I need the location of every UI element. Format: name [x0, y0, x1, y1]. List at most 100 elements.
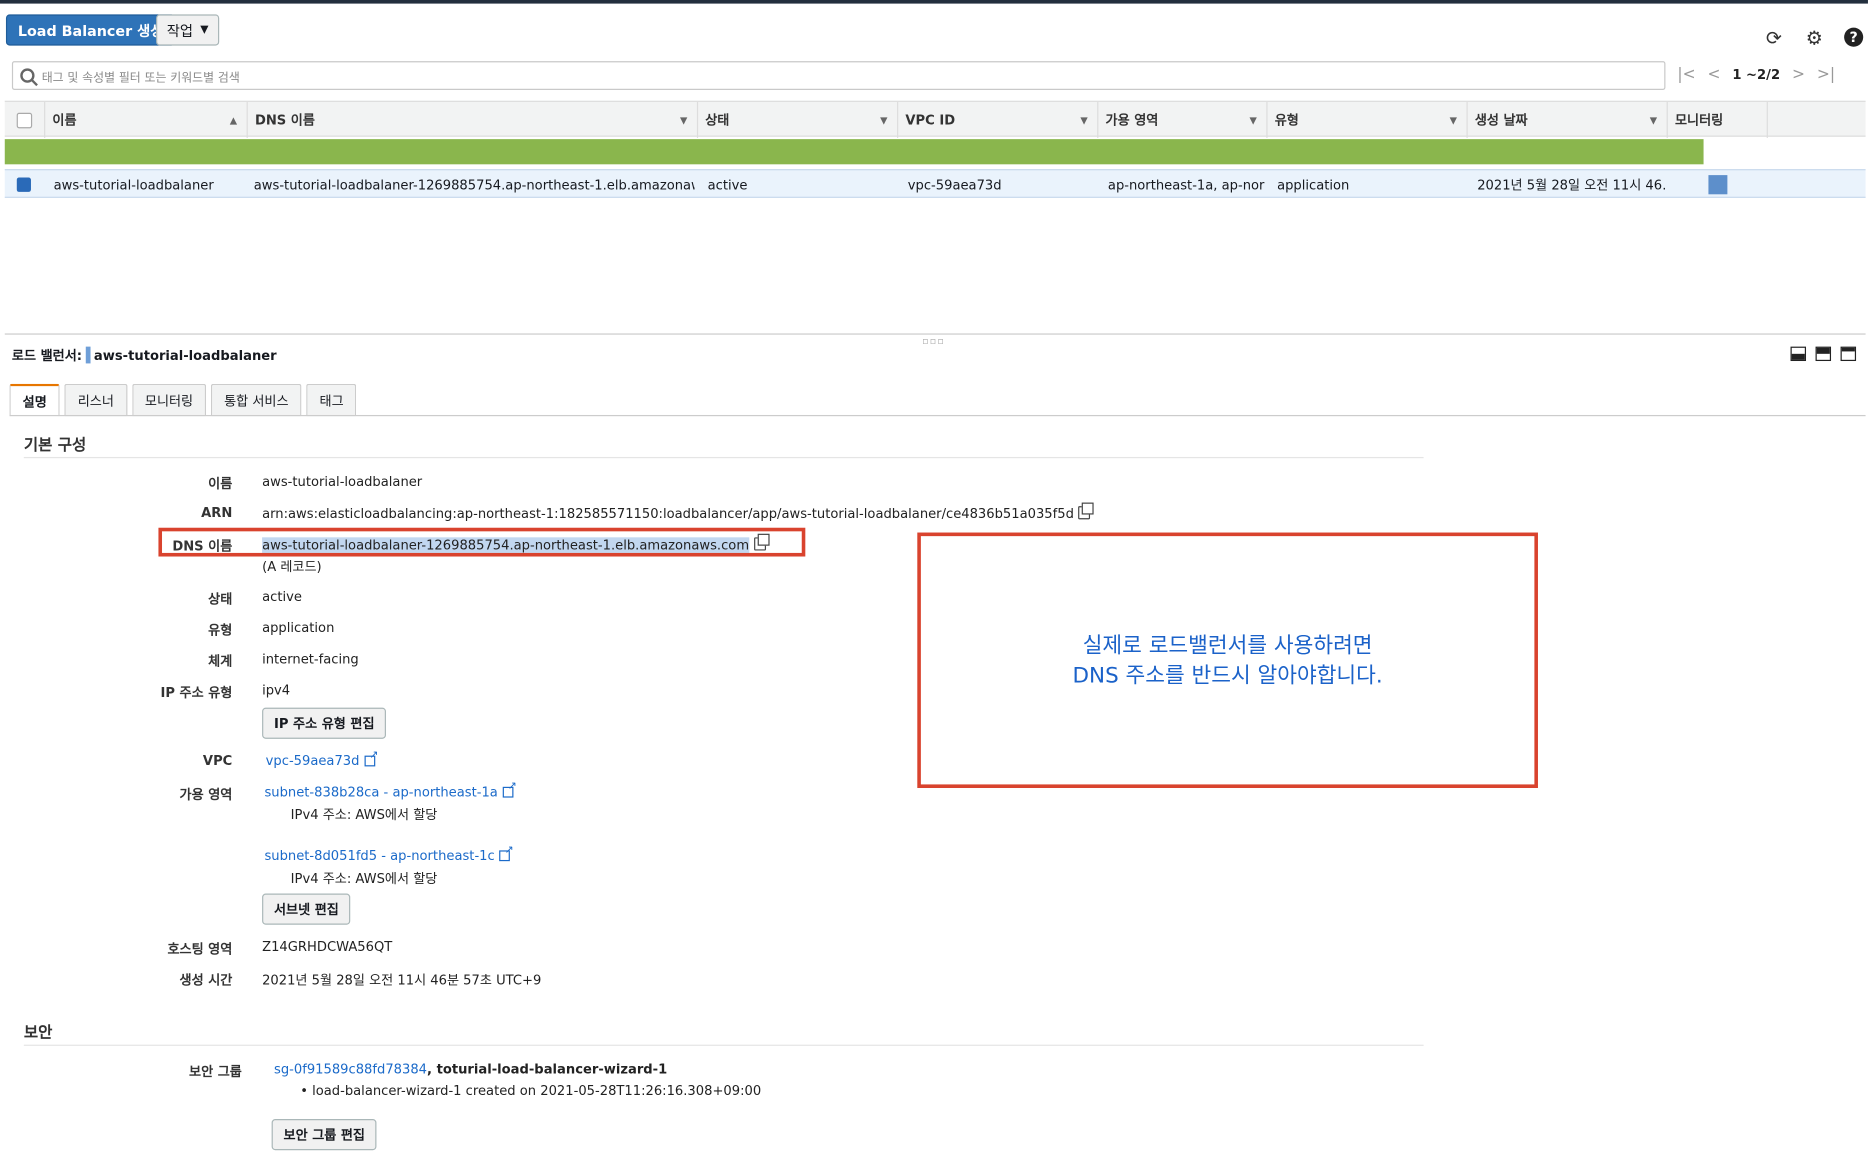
cell-name: aws-tutorial-loadbalaner [53, 176, 214, 193]
layout-top-icon[interactable] [1815, 346, 1832, 362]
top-border [0, 0, 1868, 4]
security-group-name: , toturial-load-balancer-wizard-1 [427, 1061, 668, 1078]
value-ip-type: ipv4 [262, 682, 291, 699]
details-title-prefix: 로드 밸런서: [11, 347, 82, 364]
tab-monitoring[interactable]: 모니터링 [131, 383, 207, 417]
table-row[interactable]: aws-tutorial-loadbalaner aws-tutorial-lo… [4, 169, 1866, 199]
chevron-down-icon: ▼ [1449, 114, 1457, 126]
chevron-down-icon: ▼ [880, 114, 888, 126]
page-range: 1 ~2/2 [1732, 67, 1781, 83]
layout-full-icon[interactable] [1840, 346, 1857, 362]
create-load-balancer-button[interactable]: Load Balancer 생성 [5, 14, 176, 46]
vpc-link[interactable]: vpc-59aea73d [266, 753, 360, 769]
chevron-down-icon: ▼ [1080, 114, 1088, 126]
search-input[interactable]: 태그 및 속성별 필터 또는 키워드별 검색 [11, 61, 1666, 90]
chevron-down-icon: ▼ [680, 114, 688, 126]
search-placeholder: 태그 및 속성별 필터 또는 키워드별 검색 [41, 71, 240, 85]
annotation-box: 실제로 로드밸런서를 사용하려면 DNS 주소를 반드시 알아야합니다. [917, 532, 1538, 789]
annotation-text: 실제로 로드밸런서를 사용하려면 DNS 주소를 반드시 알아야합니다. [1073, 630, 1383, 690]
label-hosted-zone: 호스팅 영역 [167, 941, 233, 958]
pane-divider[interactable] [4, 333, 1866, 335]
label-arn: ARN [201, 504, 233, 521]
next-page-icon[interactable]: > [1792, 66, 1805, 84]
details-tabs: 설명 리스너 모니터링 통합 서비스 태그 [9, 383, 357, 417]
select-all-checkbox-cell[interactable] [5, 101, 46, 138]
value-scheme: internet-facing [262, 651, 359, 667]
chevron-down-icon: ▼ [200, 23, 209, 36]
cell-az: ap-northeast-1a, ap-nor… [1107, 176, 1266, 193]
label-created: 생성 시간 [179, 972, 233, 989]
label-ip-type: IP 주소 유형 [160, 684, 233, 701]
column-header-type[interactable]: 유형 ▼ [1268, 101, 1468, 138]
cell-monitoring[interactable] [1708, 170, 1744, 199]
value-name: aws-tutorial-loadbalaner [262, 473, 423, 490]
cell-dns: aws-tutorial-loadbalaner-1269885754.ap-n… [253, 176, 695, 193]
cell-status: active [707, 176, 748, 193]
cell-created: 2021년 5월 28일 오전 11시 46… [1477, 177, 1668, 194]
value-created: 2021년 5월 28일 오전 11시 46분 57초 UTC+9 [262, 972, 542, 989]
column-header-dns[interactable]: DNS 이름 ▼ [248, 101, 699, 138]
label-type: 유형 [208, 622, 233, 639]
table-header: 이름 ▲ DNS 이름 ▼ 상태 ▼ VPC ID ▼ 가용 영역 ▼ 유형 ▼ 생성 날짜… [4, 100, 1866, 138]
value-status: active [262, 588, 302, 605]
actions-label: 작업 [166, 22, 194, 39]
subnet2-link[interactable]: subnet-8d051fd5 - ap-northeast-1c [264, 848, 494, 864]
column-header-monitoring[interactable]: 모니터링 [1668, 101, 1768, 138]
tab-listeners[interactable]: 리스너 [64, 383, 128, 417]
value-dns-note: (A 레코드) [262, 558, 322, 575]
details-title: 로드 밸런서: aws-tutorial-loadbalaner [12, 345, 277, 364]
row-checkbox[interactable] [16, 177, 31, 192]
column-header-status[interactable]: 상태 ▼ [698, 101, 899, 138]
help-icon[interactable]: ? [1844, 27, 1864, 47]
value-vpc-row: vpc-59aea73d [266, 750, 379, 769]
column-header-vpc[interactable]: VPC ID ▼ [898, 101, 1099, 138]
value-hosted-zone: Z14GRHDCWA56QT [262, 939, 393, 955]
external-link-icon[interactable] [364, 750, 379, 767]
last-page-icon[interactable]: >| [1817, 66, 1835, 84]
value-arn: arn:aws:elasticloadbalancing:ap-northeas… [262, 506, 1074, 522]
tab-integrated-services[interactable]: 통합 서비스 [210, 383, 302, 417]
actions-dropdown[interactable]: 작업 ▼ [156, 14, 220, 46]
tab-description[interactable]: 설명 [9, 383, 60, 417]
cell-type: application [1277, 176, 1350, 193]
column-header-az[interactable]: 가용 영역 ▼ [1098, 101, 1268, 138]
layout-bottom-icon[interactable] [1790, 346, 1807, 362]
external-link-icon[interactable] [502, 781, 517, 798]
edit-ip-type-button[interactable]: IP 주소 유형 편집 [262, 707, 387, 739]
prev-page-icon[interactable]: < [1707, 66, 1720, 84]
details-title-name: aws-tutorial-loadbalaner [93, 347, 277, 363]
first-page-icon[interactable]: |< [1677, 66, 1695, 84]
lb-color-marker [85, 346, 91, 364]
security-group-link[interactable]: sg-0f91589c88fd78384 [274, 1061, 427, 1077]
security-heading: 보안 [23, 1024, 53, 1043]
copy-icon[interactable] [1078, 502, 1095, 520]
monitoring-chart-icon[interactable] [1708, 175, 1728, 195]
column-header-created[interactable]: 생성 날짜 ▼ [1468, 101, 1668, 138]
top-icons: ⟳ ⚙ ? [1763, 26, 1864, 49]
column-header-name[interactable]: 이름 ▲ [45, 101, 248, 138]
tab-tags[interactable]: 태그 [306, 383, 357, 417]
refresh-icon[interactable]: ⟳ [1763, 26, 1784, 49]
search-icon [20, 68, 35, 83]
pane-layout-icons [1790, 346, 1857, 362]
value-subnet2-row: subnet-8d051fd5 - ap-northeast-1c [264, 844, 514, 864]
select-all-checkbox[interactable] [16, 112, 33, 128]
stage: Load Balancer 생성 작업 ▼ ⟳ ⚙ ? 태그 및 속성별 필터 … [0, 0, 1868, 1155]
label-status: 상태 [208, 591, 233, 607]
label-scheme: 체계 [208, 653, 233, 670]
label-vpc: VPC [202, 753, 233, 769]
edit-security-groups-button[interactable]: 보안 그룹 편집 [271, 1119, 377, 1151]
cell-vpc: vpc-59aea73d [907, 176, 1002, 193]
resize-grip-icon[interactable]: ▫▫▫ [922, 336, 945, 347]
value-subnet1-row: subnet-838b28ca - ap-northeast-1a [264, 781, 517, 800]
external-link-icon[interactable] [499, 844, 514, 862]
loading-bar [4, 139, 1704, 165]
value-subnet2-note: IPv4 주소: AWS에서 할당 [290, 870, 438, 887]
value-arn-row: arn:aws:elasticloadbalancing:ap-northeas… [262, 502, 1095, 522]
chevron-down-icon: ▼ [1249, 114, 1257, 126]
subnet1-link[interactable]: subnet-838b28ca - ap-northeast-1a [264, 784, 497, 800]
label-security-group: 보안 그룹 [189, 1063, 242, 1080]
row-checkbox-cell[interactable] [16, 170, 41, 199]
gear-icon[interactable]: ⚙ [1804, 26, 1825, 49]
edit-subnets-button[interactable]: 서브넷 편집 [262, 893, 351, 925]
